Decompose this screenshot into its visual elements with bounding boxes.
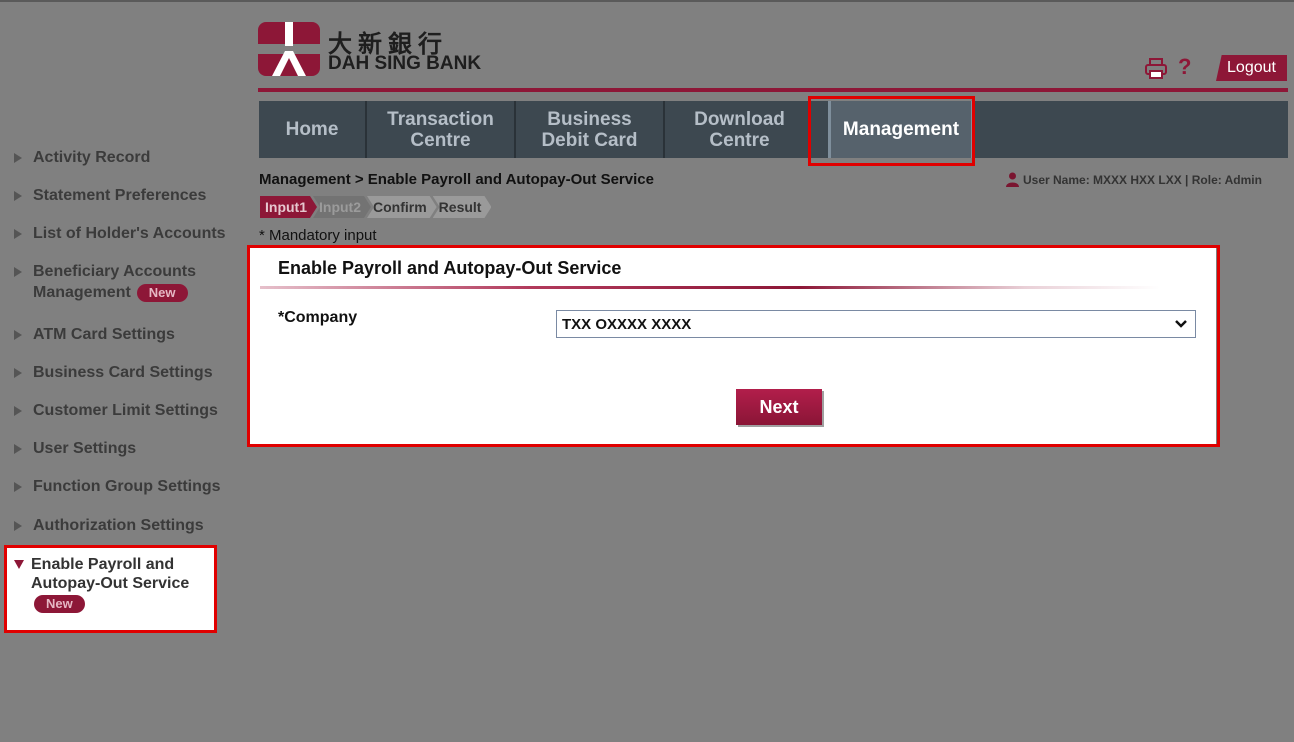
- highlight-form-panel: [247, 245, 1220, 447]
- nav-business-debit-card[interactable]: Business Debit Card: [516, 101, 665, 158]
- sidebar-item-function-group-settings[interactable]: Function Group Settings: [14, 476, 234, 497]
- step-input2: Input2: [313, 196, 371, 218]
- sidebar-item-label: Authorization Settings: [33, 517, 204, 534]
- progress-steps: Input1 Input2 Confirm Result: [260, 196, 487, 218]
- sidebar-item-atm-card-settings[interactable]: ATM Card Settings: [14, 324, 234, 345]
- help-icon[interactable]: ?: [1178, 54, 1191, 80]
- main-nav: Home Transaction Centre Business Debit C…: [259, 101, 1288, 158]
- caret-right-icon: [14, 482, 22, 492]
- mandatory-note: * Mandatory input: [259, 227, 377, 244]
- caret-right-icon: [14, 191, 22, 201]
- user-info-text: User Name: MXXX HXX LXX | Role: Admin: [1023, 172, 1262, 187]
- caret-right-icon: [14, 444, 22, 454]
- sidebar-item-label: User Settings: [33, 440, 137, 457]
- sidebar-item-label: Business Card Settings: [33, 364, 213, 381]
- highlight-nav-management: [808, 96, 975, 166]
- caret-right-icon: [14, 229, 22, 239]
- printer-icon[interactable]: [1144, 58, 1168, 80]
- user-icon: [1006, 172, 1019, 187]
- sidebar-item-label: Function Group Settings: [33, 478, 221, 495]
- header-tools: ? Logout: [1140, 54, 1290, 82]
- bank-english-name: DAH SING BANK: [328, 53, 482, 74]
- caret-right-icon: [14, 406, 22, 416]
- user-info: User Name: MXXX HXX LXX | Role: Admin: [1006, 172, 1262, 187]
- sidebar-item-business-card-settings[interactable]: Business Card Settings: [14, 362, 234, 383]
- caret-right-icon: [14, 368, 22, 378]
- sidebar-item-user-settings[interactable]: User Settings: [14, 438, 234, 459]
- sidebar-item-label: List of Holder's Accounts: [33, 225, 226, 242]
- sidebar-item-authorization-settings[interactable]: Authorization Settings: [14, 515, 234, 536]
- nav-download-centre[interactable]: Download Centre: [665, 101, 814, 158]
- nav-transaction-centre[interactable]: Transaction Centre: [367, 101, 516, 158]
- step-result: Result: [433, 196, 492, 218]
- top-border: [0, 0, 1294, 2]
- header-divider: [258, 88, 1288, 92]
- sidebar-item-activity-record[interactable]: Activity Record: [14, 147, 234, 168]
- new-badge: New: [136, 283, 188, 302]
- sidebar-item-label: ATM Card Settings: [33, 326, 175, 343]
- caret-right-icon: [14, 330, 22, 340]
- sidebar-item-label: Statement Preferences: [33, 187, 207, 204]
- caret-right-icon: [14, 521, 22, 531]
- dah-sing-logo-icon: [258, 22, 320, 76]
- logout-button[interactable]: Logout: [1216, 55, 1287, 81]
- nav-home[interactable]: Home: [259, 101, 367, 158]
- caret-right-icon: [14, 153, 22, 163]
- sidebar-item-label: Activity Record: [33, 149, 151, 166]
- sidebar-item-customer-limit-settings[interactable]: Customer Limit Settings: [14, 400, 234, 421]
- breadcrumb: Management > Enable Payroll and Autopay-…: [259, 171, 654, 188]
- caret-right-icon: [14, 267, 22, 277]
- sidebar-item-beneficiary-accounts[interactable]: Beneficiary Accounts Management New: [14, 261, 234, 303]
- sidebar-item-holder-accounts[interactable]: List of Holder's Accounts: [14, 223, 234, 244]
- sidebar-item-label: Customer Limit Settings: [33, 402, 218, 419]
- highlight-sidebar-active: [4, 545, 217, 633]
- sidebar-item-statement-preferences[interactable]: Statement Preferences: [14, 185, 234, 206]
- step-input1: Input1: [260, 196, 317, 218]
- step-confirm: Confirm: [367, 196, 437, 218]
- bank-logo: 大新銀行 DAH SING BANK: [258, 22, 498, 78]
